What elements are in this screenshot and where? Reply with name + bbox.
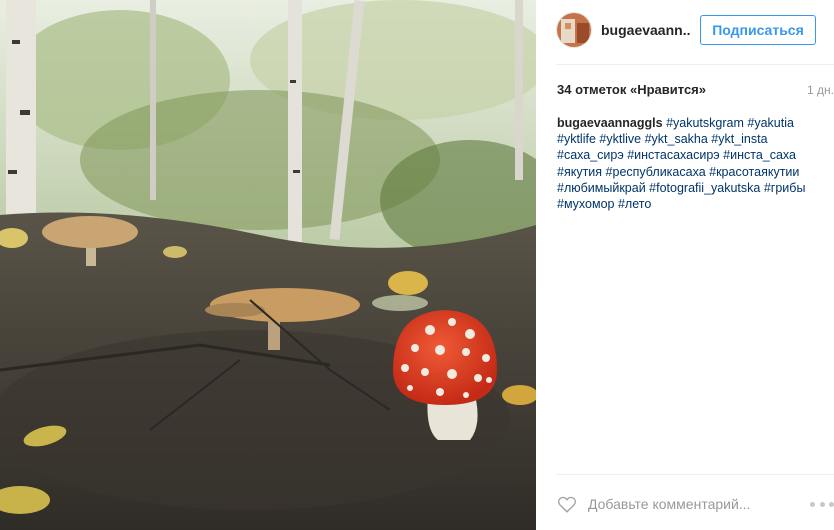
dot [819, 501, 825, 507]
hashtag-link[interactable]: #yakutia [747, 116, 794, 130]
hashtag-link[interactable]: #республикасаха [606, 165, 706, 179]
hashtag-link[interactable]: #лето [618, 197, 651, 211]
hashtag-link[interactable]: #саха_сирэ [557, 148, 624, 162]
post-caption: bugaevaannaggls #yakutskgram #yakutia #y… [557, 115, 817, 212]
caption-username[interactable]: bugaevaannaggls [557, 116, 663, 130]
hashtag-link[interactable]: #инста_саха [723, 148, 796, 162]
hashtag-link[interactable]: #yktlife [557, 132, 596, 146]
avatar[interactable] [556, 12, 592, 48]
likes-count[interactable]: 34 отметок «Нравится» [557, 82, 706, 97]
hashtag-link[interactable]: #инстасахасирэ [627, 148, 719, 162]
follow-button[interactable]: Подписаться [700, 15, 816, 45]
dot [810, 501, 815, 507]
hashtag-link[interactable]: #ykt_sakha [645, 132, 708, 146]
comment-input[interactable] [588, 496, 798, 512]
dot [829, 501, 834, 507]
mushroom-photo [0, 0, 536, 530]
more-options-icon[interactable] [810, 499, 834, 509]
divider [556, 64, 834, 65]
hashtag-link[interactable]: #yktlive [599, 132, 641, 146]
hashtag-link[interactable]: #fotografii_yakutska [649, 181, 760, 195]
post-username[interactable]: bugaevaann... [601, 22, 691, 38]
hashtag-link[interactable]: #якутия [557, 165, 602, 179]
hashtag-link[interactable]: #мухомор [557, 197, 615, 211]
comment-row [556, 490, 834, 518]
post-header: bugaevaann... Подписаться [556, 10, 834, 50]
hashtag-link[interactable]: #красотаякутии [709, 165, 799, 179]
hashtag-link[interactable]: #yakutskgram [666, 116, 744, 130]
heart-icon[interactable] [556, 493, 578, 515]
hashtag-link[interactable]: #ykt_insta [711, 132, 767, 146]
caption-hashtags: #yakutskgram #yakutia #yktlife #yktlive … [557, 116, 805, 211]
post-timestamp[interactable]: 1 дн. [807, 83, 834, 97]
hashtag-link[interactable]: #грибы [764, 181, 806, 195]
likes-row: 34 отметок «Нравится» 1 дн. [557, 82, 834, 97]
post-details-panel: bugaevaann... Подписаться 34 отметок «Нр… [536, 0, 834, 530]
hashtag-link[interactable]: #любимыйкрай [557, 181, 646, 195]
divider [556, 474, 834, 475]
post-photo[interactable] [0, 0, 536, 530]
avatar-image [557, 13, 591, 47]
